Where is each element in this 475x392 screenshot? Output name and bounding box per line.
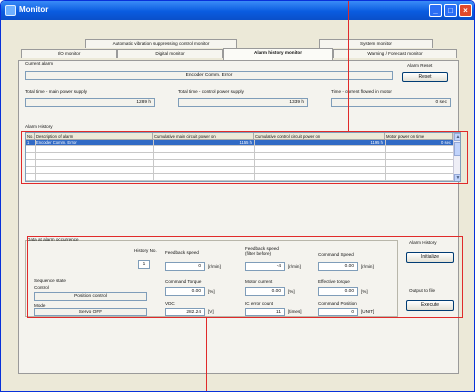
main-power-time-label: Total time - main power supply bbox=[25, 89, 88, 94]
main-power-time-field: 1289 h bbox=[25, 98, 155, 107]
current-alarm-field: Encoder Comm. Error bbox=[25, 71, 393, 80]
close-button[interactable]: × bbox=[459, 4, 472, 17]
annotation-line-bottom bbox=[206, 318, 207, 391]
app-icon bbox=[5, 5, 16, 16]
current-alarm-label: Current alarm bbox=[25, 61, 54, 66]
annotation-box-alarm-history bbox=[21, 131, 468, 184]
tab-vibration-monitor[interactable]: Automatic vibration suppressing control … bbox=[85, 39, 237, 48]
alarm-reset-label: Alarm Reset bbox=[407, 63, 433, 68]
tab-system-monitor[interactable]: System monitor bbox=[319, 39, 433, 48]
title-bar[interactable]: Monitor _ □ × bbox=[1, 1, 474, 20]
alarm-history-label: Alarm History bbox=[25, 124, 53, 129]
alarm-history-panel bbox=[18, 60, 459, 374]
motor-current-time-label: Time - current flowed in motor bbox=[331, 89, 392, 94]
tab-alarm-history-monitor[interactable]: Alarm history monitor bbox=[223, 48, 333, 60]
tab-warning-forecast-monitor[interactable]: Warning / Forecast monitor bbox=[333, 49, 457, 58]
window-title: Monitor bbox=[19, 5, 49, 14]
control-power-time-label: Total time - control power supply bbox=[178, 89, 244, 94]
annotation-box-occurrence bbox=[27, 236, 463, 318]
motor-current-time-field: 0 sec bbox=[331, 98, 451, 107]
control-power-time-field: 1339 h bbox=[178, 98, 308, 107]
minimize-button[interactable]: _ bbox=[429, 4, 442, 17]
monitor-window: Monitor _ □ × Automatic vibration suppre… bbox=[0, 0, 475, 392]
reset-button[interactable]: Reset bbox=[402, 72, 448, 82]
tab-io-monitor[interactable]: I/O monitor bbox=[21, 49, 117, 58]
annotation-line-top bbox=[348, 1, 349, 131]
maximize-button[interactable]: □ bbox=[444, 4, 457, 17]
tab-digital-monitor[interactable]: Digital monitor bbox=[117, 49, 223, 58]
